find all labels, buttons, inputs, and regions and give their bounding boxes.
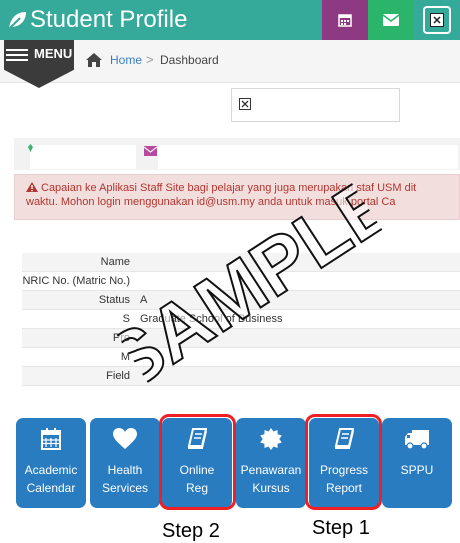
warning-icon [26, 182, 38, 192]
tile-label: Health [107, 463, 143, 477]
alert-line-2: waktu. Mohon login menggunakan id@usm.my… [26, 196, 396, 208]
window-button[interactable] [414, 0, 460, 40]
info-field [158, 145, 458, 169]
calendar-icon [41, 428, 61, 450]
breadcrumb-current: Dashboard [160, 53, 219, 67]
table-row: Field [22, 367, 460, 386]
mail-button[interactable] [368, 0, 414, 40]
info-field [30, 145, 136, 169]
heart-icon [113, 428, 137, 449]
row-label: Field [106, 370, 130, 382]
academic-calendar-tile[interactable]: Academic Calendar [16, 418, 86, 508]
step-1-label: Step 1 [312, 517, 370, 539]
broken-image-icon [239, 98, 251, 110]
page-title: Student Profile [30, 6, 188, 33]
step-2-highlight [159, 414, 236, 510]
alert-message: Capaian ke Aplikasi Staff Site bagi pela… [26, 181, 460, 209]
menu-label: MENU [34, 46, 73, 61]
calendar-icon [338, 14, 352, 27]
calendar-button[interactable] [322, 0, 368, 40]
broken-image-placeholder [231, 88, 400, 122]
truck-icon [405, 430, 429, 450]
tile-label: Kursus [252, 481, 290, 495]
breadcrumb-separator: > [146, 52, 154, 67]
envelope-icon [144, 146, 157, 156]
penawaran-kursus-tile[interactable]: Penawaran Kursus [236, 418, 306, 508]
alert-line-1: Capaian ke Aplikasi Staff Site bagi pela… [41, 182, 417, 194]
table-row: M [22, 348, 460, 367]
sppu-tile[interactable]: SPPU [382, 418, 452, 508]
row-label: Name [100, 256, 130, 268]
home-icon [86, 53, 102, 67]
step-1-highlight [305, 414, 382, 510]
breadcrumb-home-link[interactable]: Home [110, 53, 142, 67]
health-services-tile[interactable]: Health Services [90, 418, 160, 508]
leaf-logo-icon [8, 12, 26, 30]
row-label: NRIC No. (Matric No.) [22, 275, 130, 287]
tile-label: Penawaran [240, 463, 302, 477]
broken-image-icon [423, 6, 451, 34]
pin-icon [28, 144, 33, 152]
certificate-badge-icon [260, 428, 282, 450]
step-2-label: Step 2 [162, 520, 220, 542]
hamburger-icon [6, 49, 28, 61]
tile-label: SPPU [400, 463, 434, 477]
envelope-icon [383, 14, 399, 26]
tile-label: Calendar [26, 481, 76, 495]
tile-label: Academic [24, 463, 78, 477]
tile-label: Services [101, 481, 148, 495]
